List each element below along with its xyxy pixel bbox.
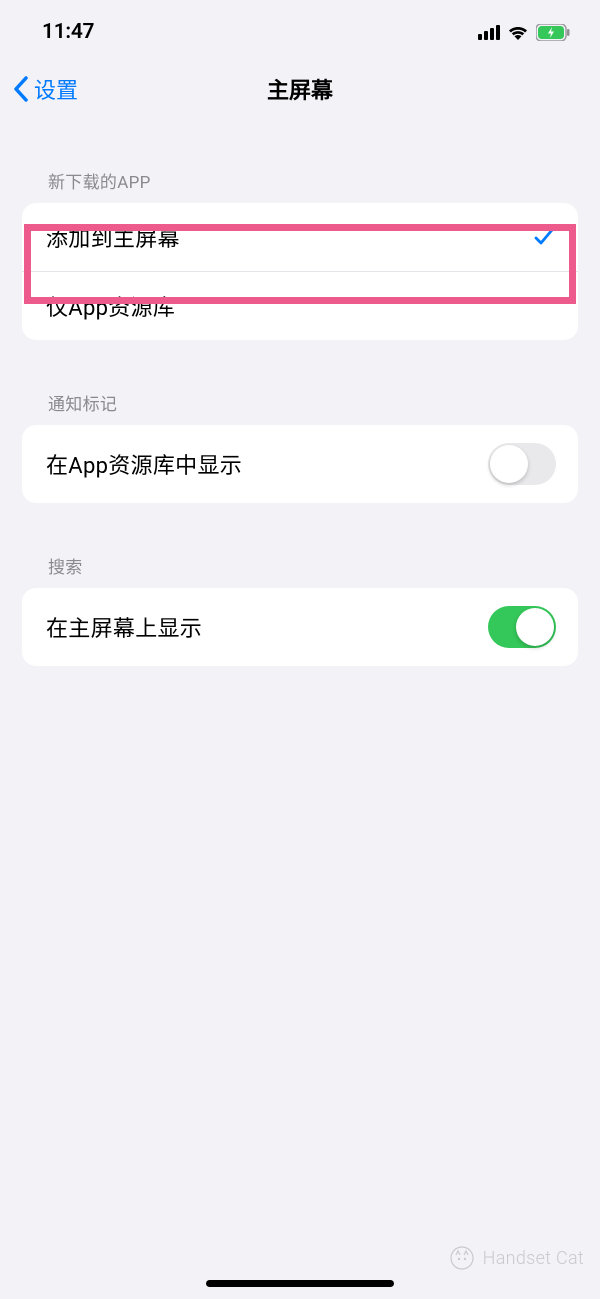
watermark-text: Handset Cat — [483, 1248, 584, 1269]
cellular-signal-icon — [478, 25, 500, 40]
toggle-knob — [490, 445, 528, 483]
back-label: 设置 — [34, 73, 78, 105]
back-button[interactable]: 设置 — [12, 73, 78, 105]
option-add-to-home[interactable]: 添加到主屏幕 — [22, 203, 578, 271]
wifi-icon — [507, 24, 529, 40]
chevron-left-icon — [12, 75, 30, 103]
row-show-on-home[interactable]: 在主屏幕上显示 — [22, 588, 578, 666]
group-badges: 在App资源库中显示 — [22, 425, 578, 503]
navigation-bar: 设置 主屏幕 — [0, 56, 600, 126]
option-label: 添加到主屏幕 — [46, 221, 180, 253]
row-label: 在App资源库中显示 — [46, 448, 242, 480]
option-label: 仅App资源库 — [46, 290, 175, 322]
group-search: 在主屏幕上显示 — [22, 588, 578, 666]
toggle-show-in-library[interactable] — [488, 443, 556, 485]
group-new-apps: 添加到主屏幕 仅App资源库 — [22, 203, 578, 340]
toggle-show-on-home[interactable] — [488, 606, 556, 648]
row-label: 在主屏幕上显示 — [46, 611, 202, 643]
section-header-search: 搜索 — [0, 503, 600, 588]
status-time: 11:47 — [42, 20, 94, 44]
section-header-new-apps: 新下载的APP — [0, 126, 600, 203]
option-app-library-only[interactable]: 仅App资源库 — [22, 271, 578, 340]
section-header-badges: 通知标记 — [0, 340, 600, 425]
watermark: Handset Cat — [449, 1245, 584, 1271]
status-indicators — [478, 24, 570, 41]
battery-charging-icon — [536, 24, 570, 41]
checkmark-icon — [532, 225, 556, 249]
row-show-in-library[interactable]: 在App资源库中显示 — [22, 425, 578, 503]
page-title: 主屏幕 — [267, 73, 333, 105]
home-indicator[interactable] — [206, 1280, 394, 1287]
status-bar: 11:47 — [0, 0, 600, 56]
watermark-logo-icon — [449, 1245, 475, 1271]
toggle-knob — [516, 608, 554, 646]
